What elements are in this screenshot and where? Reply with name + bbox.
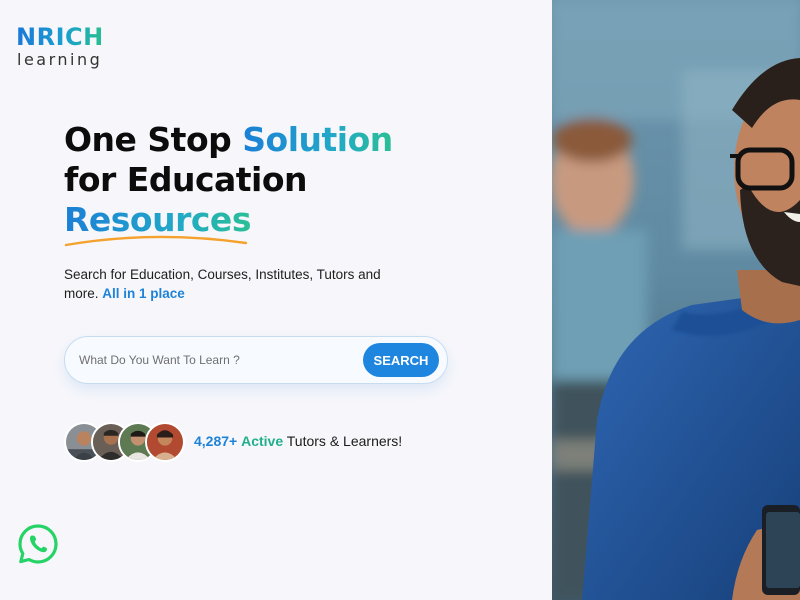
description-highlight: All in 1 place (102, 286, 185, 301)
page-headline: One Stop Solution for Education Resource… (64, 120, 393, 247)
whatsapp-icon (18, 524, 58, 564)
avatar (145, 422, 185, 462)
search-bar: SEARCH (64, 336, 448, 384)
headline-line2: for Education (64, 160, 308, 199)
headline-resources-wrap: Resources (64, 200, 251, 247)
search-input[interactable] (79, 349, 349, 371)
avatar-4-icon (147, 424, 183, 460)
community-suffix: Tutors & Learners! (283, 433, 403, 449)
avatar-group (64, 422, 189, 462)
hero-left-panel: NRICH learning One Stop Solution for Edu… (0, 0, 552, 600)
smiling-student-image (552, 0, 800, 600)
brand-logo[interactable]: NRICH learning (16, 24, 104, 70)
headline-prefix: One Stop (64, 120, 243, 159)
search-button[interactable]: SEARCH (363, 343, 439, 377)
hero-image (552, 0, 800, 600)
whatsapp-button[interactable] (17, 523, 59, 565)
community-count: 4,287+ (194, 433, 238, 449)
logo-sub-text: learning (17, 50, 103, 69)
community-stat: 4,287+ Active Tutors & Learners! (194, 433, 402, 449)
headline-accent-solution: Solution (242, 120, 393, 159)
community-active: Active (241, 433, 284, 449)
logo-brand-text: NRICH (16, 23, 104, 51)
underline-swoosh-icon (64, 235, 248, 247)
hero-description: Search for Education, Courses, Institute… (64, 265, 404, 303)
